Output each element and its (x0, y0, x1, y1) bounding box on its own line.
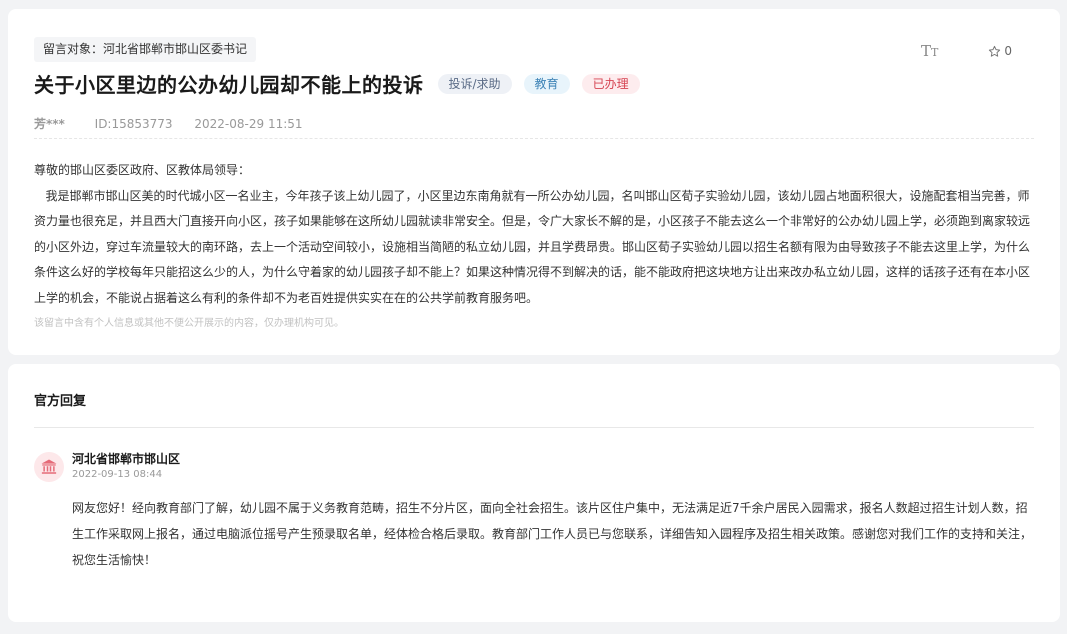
divider (34, 427, 1034, 428)
status-badge: 已办理 (581, 73, 640, 94)
divider (34, 138, 1034, 139)
reply-content: 网友您好！经向教育部门了解，幼儿园不属于义务教育范畴，招生不分片区，面向全社会招… (72, 501, 1033, 567)
message-target-tag: 留言对象：河北省邯郸市邯山区委书记 (34, 37, 257, 62)
message-toolbar: TT 0 (921, 42, 1012, 60)
favorite-button[interactable]: 0 (988, 44, 1012, 58)
domain-tag: 教育 (523, 73, 570, 94)
privacy-note: 该留言中含有个人信息或其他不便公开展示的内容，仅办理机构可见。 (34, 318, 344, 329)
reply-org-name: 河北省邯郸市邯山区 (72, 452, 181, 466)
message-id: ID:15853773 (94, 117, 173, 131)
message-title: 关于小区里边的公办幼儿园却不能上的投诉 (34, 73, 424, 97)
category-tag: 投诉/求助 (437, 73, 512, 94)
title-row: 关于小区里边的公办幼儿园却不能上的投诉 投诉/求助 教育 已办理 (34, 69, 640, 98)
reply-date: 2022-09-13 08:44 (72, 469, 163, 480)
government-building-icon (41, 459, 57, 474)
favorite-count: 0 (1004, 44, 1012, 58)
reply-section-title: 官方回复 (34, 394, 87, 409)
message-content: 我是邯郸市邯山区美的时代城小区一名业主，今年孩子该上幼儿园了，小区里边东南角就有… (34, 188, 1031, 305)
font-size-button[interactable]: TT (921, 42, 938, 60)
official-reply-card: 官方回复 河北省邯郸市邯山区 2022-09-13 08:44 网友您好！经向教… (8, 364, 1060, 622)
message-greeting: 尊敬的邯山区委区政府、区教体局领导： (34, 163, 251, 177)
message-card: 留言对象：河北省邯郸市邯山区委书记 TT 0 关于小区里边的公办幼儿园却不能上的… (8, 9, 1060, 355)
author-name: 芳*** (34, 117, 65, 131)
star-outline-icon (989, 45, 1001, 57)
org-avatar (34, 452, 64, 482)
font-size-icon: TT (921, 42, 939, 60)
message-body: 尊敬的邯山区委区政府、区教体局领导： 我是邯郸市邯山区美的时代城小区一名业主，今… (34, 158, 1034, 311)
message-datetime: 2022-08-29 11:51 (194, 117, 303, 131)
message-meta: 芳*** ID:15853773 2022-08-29 11:51 (34, 115, 321, 132)
